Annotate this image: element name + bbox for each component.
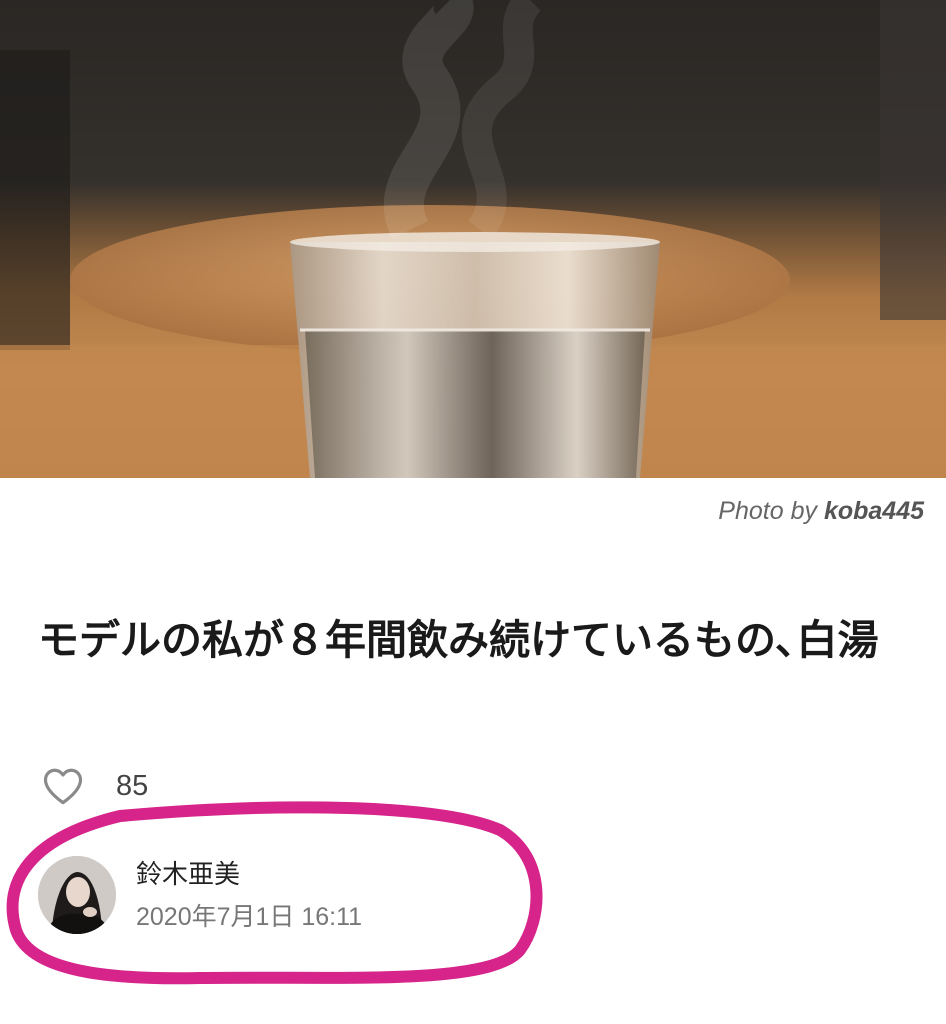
like-section: 85: [42, 764, 148, 808]
author-avatar-image: [38, 856, 116, 934]
article-title: モデルの私が８年間飲み続けているもの､白湯: [38, 616, 879, 664]
hot-water-glass-photo: [0, 0, 946, 478]
hero-image: [0, 0, 946, 478]
avatar[interactable]: [38, 856, 116, 934]
photo-credit: Photo by koba445: [718, 497, 924, 526]
post-date: 2020年7月1日 16:11: [136, 903, 363, 931]
author-info[interactable]: 鈴木亜美 2020年7月1日 16:11: [38, 856, 362, 934]
author-name[interactable]: 鈴木亜美: [136, 858, 362, 892]
heart-outline-icon[interactable]: [42, 766, 84, 806]
photo-credit-author[interactable]: koba445: [824, 497, 924, 525]
like-count: 85: [116, 769, 149, 802]
photo-credit-prefix: Photo by: [718, 497, 817, 525]
